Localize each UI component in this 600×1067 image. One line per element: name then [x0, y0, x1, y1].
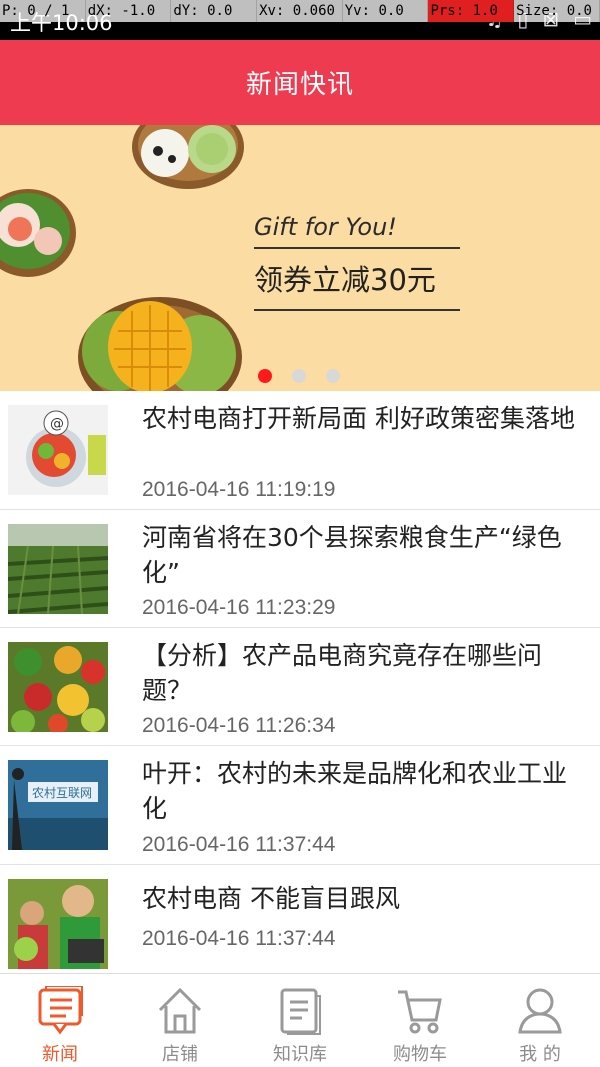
- cart-icon: [398, 990, 442, 1034]
- debug-pressure: Prs: 1.0: [428, 0, 515, 22]
- debug-yv: Yv: 0.0: [343, 0, 429, 22]
- debug-pointer: P: 0 / 1: [0, 0, 86, 22]
- news-title: 农村电商 不能盲目跟风: [142, 884, 400, 913]
- news-item[interactable]: @ 农村电商打开新局面 利好政策密集落地 2016-04-16 11:19:19: [0, 391, 600, 510]
- debug-size: Size: 0.0: [514, 0, 600, 22]
- banner-headline: 领券立减30元: [254, 263, 436, 297]
- news-thumbnail: [8, 642, 108, 732]
- svg-text:农村互联网: 农村互联网: [32, 786, 92, 800]
- user-icon: [518, 988, 562, 1034]
- news-date: 2016-04-16 11:19:19: [142, 478, 336, 501]
- pointer-debug-overlay: P: 0 / 1 dX: -1.0 dY: 0.0 Xv: 0.060 Yv: …: [0, 0, 600, 22]
- carousel-dot[interactable]: [292, 369, 306, 383]
- svg-text:@: @: [50, 416, 64, 432]
- news-date: 2016-04-16 11:26:34: [142, 714, 336, 737]
- tab-knowledge[interactable]: 知识库: [240, 974, 360, 1067]
- promo-banner[interactable]: Gift for You! 领券立减30元: [0, 125, 600, 391]
- news-title: 河南省将在30个县探索粮食生产“绿色化”: [142, 523, 562, 587]
- banner-divider: [254, 247, 460, 249]
- debug-dx: dX: -1.0: [86, 0, 172, 22]
- tab-label: 我 的: [519, 1044, 561, 1065]
- news-item[interactable]: 农村互联网 叶开：农村的未来是品牌化和农业工业化 2016-04-16 11:3…: [0, 746, 600, 865]
- tab-label: 知识库: [273, 1044, 327, 1065]
- tab-news[interactable]: 新闻: [0, 974, 120, 1067]
- news-item[interactable]: 河南省将在30个县探索粮食生产“绿色化” 2016-04-16 11:23:29: [0, 510, 600, 628]
- home-icon: [158, 987, 202, 1034]
- page-title: 新闻快讯: [245, 70, 354, 100]
- news-list: @ 农村电商打开新局面 利好政策密集落地 2016-04-16 11:19:19…: [0, 391, 600, 970]
- document-icon: [280, 988, 321, 1035]
- debug-xv: Xv: 0.060: [257, 0, 343, 22]
- app-header: 新闻快讯: [0, 40, 600, 125]
- news-thumbnail: [8, 524, 108, 614]
- news-item[interactable]: 农村电商 不能盲目跟风 2016-04-16 11:37:44: [0, 865, 600, 970]
- debug-dy: dY: 0.0: [171, 0, 258, 22]
- tab-label: 新闻: [42, 1044, 78, 1065]
- banner-subtitle: Gift for You!: [254, 213, 397, 241]
- tab-label: 购物车: [393, 1044, 447, 1065]
- news-thumbnail: [8, 879, 108, 969]
- status-bar: 上午10:06 ••• ♫ ▯ ⊠ ▭ P: 0 / 1 dX: -1.0 dY…: [0, 0, 600, 40]
- news-thumbnail: @: [8, 405, 108, 495]
- tab-cart[interactable]: 购物车: [360, 974, 480, 1067]
- tab-profile[interactable]: 我 的: [480, 974, 600, 1067]
- banner-text: Gift for You! 领券立减30元: [254, 213, 460, 311]
- news-item[interactable]: 【分析】农产品电商究竟存在哪些问题？ 2016-04-16 11:26:34: [0, 628, 600, 746]
- news-title: 叶开：农村的未来是品牌化和农业工业化: [142, 759, 568, 823]
- banner-divider: [254, 309, 460, 311]
- news-title: 农村电商打开新局面 利好政策密集落地: [142, 404, 575, 433]
- news-date: 2016-04-16 11:37:44: [142, 833, 336, 856]
- tab-label: 店铺: [162, 1044, 198, 1065]
- tab-shop[interactable]: 店铺: [120, 974, 240, 1067]
- news-icon: [38, 986, 83, 1035]
- carousel-dot[interactable]: [326, 369, 340, 383]
- carousel-indicator[interactable]: [258, 369, 340, 383]
- news-thumbnail: 农村互联网: [8, 760, 108, 850]
- carousel-dot[interactable]: [258, 369, 272, 383]
- news-date: 2016-04-16 11:23:29: [142, 596, 336, 619]
- news-title: 【分析】农产品电商究竟存在哪些问题？: [142, 641, 543, 705]
- news-date: 2016-04-16 11:37:44: [142, 927, 336, 950]
- bottom-tab-bar: 新闻 店铺 知识库 购物车 我 的: [0, 973, 600, 1067]
